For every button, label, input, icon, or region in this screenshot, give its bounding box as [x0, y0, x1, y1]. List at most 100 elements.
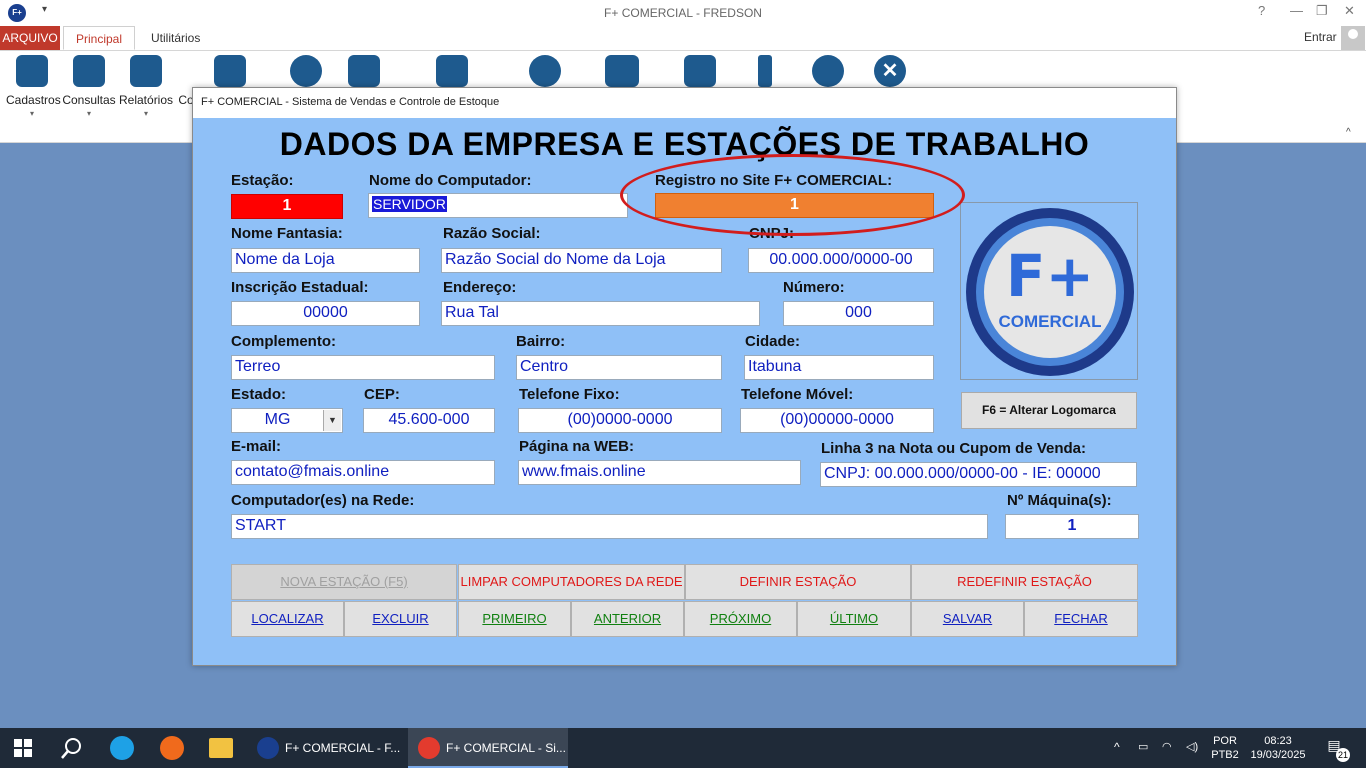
cash-register-button[interactable]: [684, 55, 716, 87]
avatar[interactable]: [1341, 26, 1365, 50]
calculator-button[interactable]: [348, 55, 380, 87]
user-lock-button[interactable]: [812, 55, 844, 87]
inscricao-field[interactable]: 00000: [231, 301, 420, 326]
tab-utilitarios[interactable]: Utilitários: [139, 26, 212, 50]
cep-field[interactable]: 45.600-000: [363, 408, 495, 433]
enter-link[interactable]: Entrar: [1304, 30, 1337, 44]
chevron-down-icon: ▾: [143, 109, 148, 118]
estacao-field[interactable]: 1: [231, 194, 343, 219]
razao-social-label: Razão Social:: [443, 225, 541, 242]
search-icon[interactable]: [60, 736, 84, 760]
edge-icon[interactable]: [110, 736, 134, 760]
tools-button[interactable]: [436, 55, 468, 87]
folder-icon[interactable]: [209, 738, 233, 758]
gift-icon: [290, 55, 322, 87]
tab-principal[interactable]: Principal: [63, 26, 136, 50]
cidade-label: Cidade:: [745, 333, 801, 350]
change-logo-button[interactable]: F6 = Alterar Logomarca: [961, 392, 1137, 429]
firefox-icon[interactable]: [160, 736, 184, 760]
primeiro-button[interactable]: PRIMEIRO: [458, 601, 571, 637]
dialog-title: F+ COMERCIAL - Sistema de Vendas e Contr…: [193, 88, 1176, 118]
cadastros-label: Cadastros: [6, 93, 61, 107]
fechar-button[interactable]: FECHAR: [1024, 601, 1138, 637]
collapse-ribbon-icon[interactable]: ^: [1346, 127, 1351, 138]
proximo-button[interactable]: PRÓXIMO: [684, 601, 797, 637]
close-button[interactable]: ✕: [1344, 3, 1355, 19]
endereco-field[interactable]: Rua Tal: [441, 301, 760, 326]
redefinir-estacao-button[interactable]: REDEFINIR ESTAÇÃO: [911, 564, 1138, 600]
num-maquinas-field[interactable]: 1: [1005, 514, 1139, 539]
logo-text: F+: [1005, 242, 1095, 310]
cash-register-icon: [684, 55, 716, 87]
language-indicator[interactable]: POR PTB2: [1210, 734, 1240, 762]
chevron-down-icon: ▾: [86, 109, 91, 118]
nome-computador-label: Nome do Computador:: [369, 172, 532, 189]
cidade-field[interactable]: Itabuna: [744, 355, 934, 380]
taskbar-app-fcomercial-2[interactable]: F+ COMERCIAL - Si...: [408, 728, 568, 768]
report-icon: [130, 55, 162, 87]
cnpj-field[interactable]: 00.000.000/0000-00: [748, 248, 934, 273]
taskbar-app-label: F+ COMERCIAL - F...: [285, 741, 401, 755]
minimize-button[interactable]: —: [1290, 3, 1303, 18]
help-button[interactable]: ?: [1258, 3, 1265, 18]
computadores-rede-field[interactable]: START: [231, 514, 988, 539]
volume-icon[interactable]: ◁): [1186, 740, 1198, 754]
info-button[interactable]: [756, 55, 774, 87]
restore-button[interactable]: ❐: [1316, 3, 1328, 19]
email-field[interactable]: contato@fmais.online: [231, 460, 495, 485]
salvar-button[interactable]: SALVAR: [911, 601, 1024, 637]
num-maquinas-label: Nº Máquina(s):: [1007, 492, 1112, 509]
pagina-web-field[interactable]: www.fmais.online: [518, 460, 801, 485]
definir-estacao-button[interactable]: DEFINIR ESTAÇÃO: [685, 564, 911, 600]
chrome-icon: [418, 737, 440, 759]
inscricao-label: Inscrição Estadual:: [231, 279, 369, 296]
window-titlebar: F+ ▾ F+ COMERCIAL - FREDSON ? — ❐ ✕: [0, 0, 1366, 26]
info-icon: [758, 55, 772, 87]
taskbar-app-fcomercial-1[interactable]: F+ COMERCIAL - F...: [247, 728, 407, 768]
network-icon[interactable]: ▭: [1138, 740, 1148, 754]
monitor-search-button[interactable]: [214, 55, 246, 87]
numero-field[interactable]: 000: [783, 301, 934, 326]
exit-button[interactable]: ✕: [874, 55, 906, 87]
windows-start-icon[interactable]: [14, 739, 32, 757]
bairro-field[interactable]: Centro: [516, 355, 722, 380]
anterior-button[interactable]: ANTERIOR: [571, 601, 684, 637]
nova-estacao-button[interactable]: NOVA ESTAÇÃO (F5): [231, 564, 457, 600]
telefone-movel-field[interactable]: (00)00000-0000: [740, 408, 934, 433]
localizar-button[interactable]: LOCALIZAR: [231, 601, 344, 637]
gift-button[interactable]: [290, 55, 322, 87]
clock[interactable]: 08:23 19/03/2025: [1246, 734, 1310, 762]
pagina-web-label: Página na WEB:: [519, 438, 635, 455]
chart-monitor-button[interactable]: [605, 55, 639, 87]
limpar-computadores-button[interactable]: LIMPAR COMPUTADORES DA REDE: [458, 564, 685, 600]
endereco-label: Endereço:: [443, 279, 517, 296]
app-logo-icon: [257, 737, 279, 759]
notification-button[interactable]: ▤ 21: [1322, 738, 1350, 762]
ultimo-button[interactable]: ÚLTIMO: [797, 601, 911, 637]
tab-arquivo[interactable]: ARQUIVO: [0, 26, 60, 50]
consultas-button[interactable]: Consultas ▾: [62, 55, 116, 118]
nome-fantasia-field[interactable]: Nome da Loja: [231, 248, 420, 273]
estado-select[interactable]: MG ▼: [231, 408, 343, 433]
chart-monitor-icon: [605, 55, 639, 87]
relatorios-label: Relatórios: [119, 93, 174, 107]
chevron-down-icon[interactable]: ▼: [323, 410, 341, 431]
linha3-field[interactable]: CNPJ: 00.000.000/0000-00 - IE: 00000: [820, 462, 1137, 487]
notification-badge: 21: [1336, 748, 1350, 762]
numero-label: Número:: [783, 279, 845, 296]
lang-bottom: PTB2: [1211, 749, 1239, 761]
clock-time: 08:23: [1264, 735, 1292, 747]
razao-social-field[interactable]: Razão Social do Nome da Loja: [441, 248, 722, 273]
excluir-button[interactable]: EXCLUIR: [344, 601, 457, 637]
complemento-field[interactable]: Terreo: [231, 355, 495, 380]
tray-chevron-up-icon[interactable]: ^: [1114, 740, 1120, 754]
nome-computador-field[interactable]: SERVIDOR: [368, 193, 628, 218]
telefone-fixo-field[interactable]: (00)0000-0000: [518, 408, 722, 433]
wifi-icon[interactable]: ◠: [1162, 740, 1172, 754]
user-button[interactable]: [529, 55, 561, 87]
page-title: DADOS DA EMPRESA E ESTAÇÕES DE TRABALHO: [279, 126, 1090, 162]
taskbar-app-label: F+ COMERCIAL - Si...: [446, 741, 566, 755]
relatorios-button[interactable]: Relatórios ▾: [119, 55, 173, 118]
cadastros-button[interactable]: Cadastros ▾: [6, 55, 61, 118]
estacao-label: Estação:: [231, 172, 294, 189]
